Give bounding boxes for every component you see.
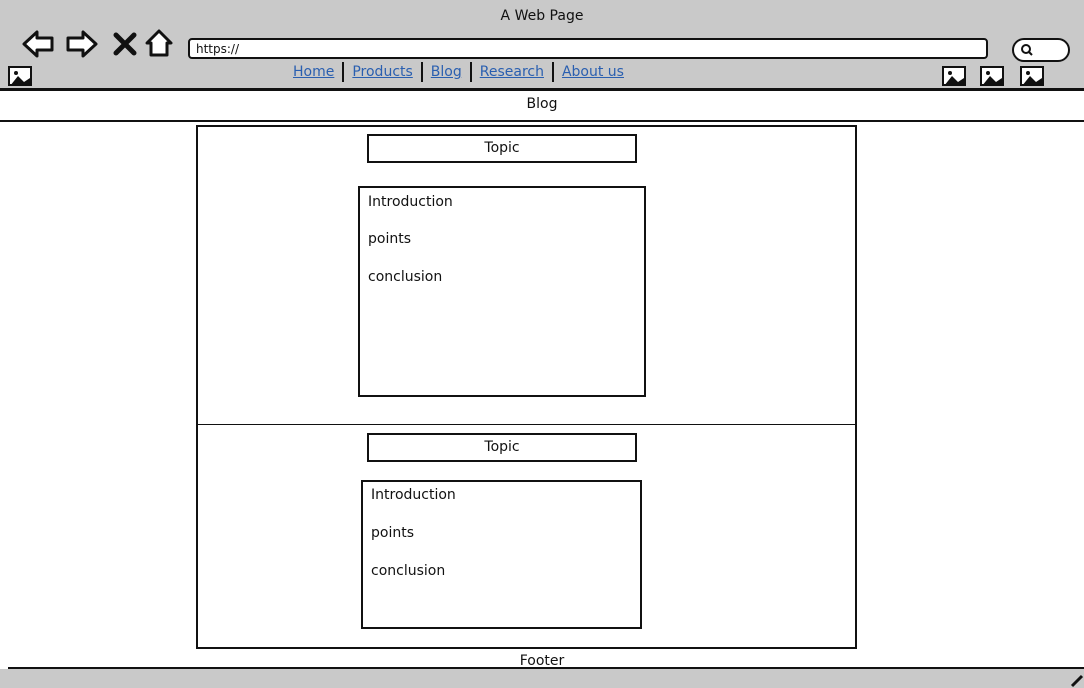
post-line-introduction: Introduction — [371, 487, 456, 503]
image-placeholder-icon — [1020, 66, 1044, 86]
resize-handle-icon[interactable] — [1070, 672, 1084, 688]
nav-link-products[interactable]: Products — [344, 64, 420, 80]
search-icon — [1021, 44, 1033, 56]
home-icon[interactable] — [144, 27, 174, 61]
search-field[interactable] — [1012, 38, 1070, 62]
nav-link-research[interactable]: Research — [472, 64, 552, 80]
stop-icon[interactable] — [112, 27, 138, 61]
chrome-divider — [0, 88, 1084, 91]
nav-link-home[interactable]: Home — [285, 64, 342, 80]
window-title: A Web Page — [500, 8, 584, 24]
url-field[interactable]: https:// — [188, 38, 988, 59]
footer-bar — [0, 669, 1084, 688]
post-topic[interactable]: Topic — [367, 433, 637, 462]
post-line-points: points — [368, 231, 411, 247]
post-divider — [198, 424, 855, 425]
post-line-introduction: Introduction — [368, 194, 453, 210]
back-arrow-icon[interactable] — [20, 27, 56, 61]
forward-arrow-icon[interactable] — [64, 27, 100, 61]
nav-link-about-us[interactable]: About us — [554, 64, 632, 80]
post-body: Introduction points conclusion — [358, 186, 646, 397]
post-topic[interactable]: Topic — [367, 134, 637, 163]
post-line-conclusion: conclusion — [368, 269, 443, 285]
post-line-points: points — [371, 525, 414, 541]
title-divider — [0, 120, 1084, 122]
post-body: Introduction points conclusion — [361, 480, 642, 629]
image-placeholder-icon — [8, 66, 32, 86]
page-title: Blog — [526, 96, 558, 112]
nav-links: Home Products Blog Research About us — [285, 62, 632, 82]
post-line-conclusion: conclusion — [371, 563, 446, 579]
nav-link-blog[interactable]: Blog — [423, 64, 470, 80]
image-placeholder-icon — [942, 66, 966, 86]
image-placeholder-icon — [980, 66, 1004, 86]
